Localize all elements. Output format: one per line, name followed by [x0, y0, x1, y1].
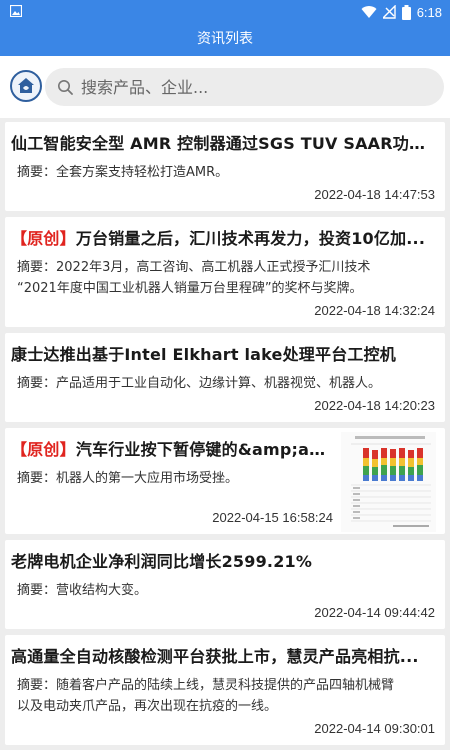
- battery-icon: [401, 4, 411, 20]
- search-icon: [58, 80, 73, 95]
- signal-icon: [382, 5, 396, 19]
- article-title-text: 汽车行业按下暂停键的&amp;amp...: [75, 440, 333, 459]
- article-time: 2022-04-14 09:44:42: [314, 605, 435, 620]
- article-card[interactable]: 高通量全自动核酸检测平台获批上市，慧灵产品亮相抗... 摘要：随着客户产品的陆续…: [5, 635, 445, 745]
- summary-line: 摘要：随着客户产品的陆续上线，慧灵科技提供的产品四轴机械臂: [17, 678, 395, 693]
- summary-line: 摘要：营收结构大变。: [17, 583, 148, 598]
- search-input[interactable]: [81, 77, 401, 97]
- summary-line: 以及电动夹爪产品，再次出现在抗疫的一线。: [17, 699, 278, 714]
- original-tag: 【原创】: [11, 229, 76, 248]
- clock: 6:18: [416, 4, 442, 20]
- article-time: 2022-04-15 16:58:24: [212, 510, 333, 525]
- article-title: 仙工智能安全型 AMR 控制器通过SGS TUV SAAR功能安...: [11, 134, 439, 153]
- app-bar: 资讯列表: [0, 24, 450, 56]
- summary-line: “2021年度中国工业机器人销量万台里程碑”的奖杯与奖牌。: [17, 281, 363, 296]
- article-title: 【原创】万台销量之后，汇川技术再发力，投资10亿加...: [11, 225, 439, 249]
- summary-line: 摘要：产品适用于工业自动化、边缘计算、机器视觉、机器人。: [17, 376, 382, 391]
- article-thumbnail: [341, 432, 436, 532]
- article-title-text: 万台销量之后，汇川技术再发力，投资10亿加...: [75, 229, 426, 248]
- home-icon: [18, 78, 34, 93]
- article-card[interactable]: 【原创】万台销量之后，汇川技术再发力，投资10亿加... 摘要：2022年3月，…: [5, 217, 445, 327]
- article-time: 2022-04-18 14:20:23: [314, 398, 435, 413]
- summary-line: 摘要：全套方案支持轻松打造AMR。: [17, 165, 229, 180]
- article-card[interactable]: 仙工智能安全型 AMR 控制器通过SGS TUV SAAR功能安... 摘要：全…: [5, 122, 445, 211]
- article-summary: 摘要：营收结构大变。: [17, 580, 147, 601]
- article-summary: 摘要：全套方案支持轻松打造AMR。: [17, 162, 228, 183]
- article-card[interactable]: 【原创】汽车行业按下暂停键的&amp;amp... 摘要：机器人的第一大应用市场…: [5, 428, 445, 534]
- article-time: 2022-04-18 14:32:24: [314, 303, 435, 318]
- original-tag: 【原创】: [11, 440, 76, 459]
- summary-line: 摘要：机器人的第一大应用市场受挫。: [17, 471, 239, 486]
- search-box[interactable]: [45, 68, 444, 106]
- wifi-icon: [361, 6, 377, 19]
- article-summary: 摘要：产品适用于工业自动化、边缘计算、机器视觉、机器人。: [17, 373, 381, 394]
- search-row: [0, 56, 450, 118]
- page-title: 资讯列表: [197, 31, 253, 47]
- status-bar: 6:18: [0, 0, 450, 24]
- article-time: 2022-04-18 14:47:53: [314, 187, 435, 202]
- article-title: 高通量全自动核酸检测平台获批上市，慧灵产品亮相抗...: [11, 647, 419, 666]
- article-summary: 摘要：2022年3月，高工咨询、高工机器人正式授予汇川技术 “2021年度中国工…: [17, 257, 370, 299]
- article-card[interactable]: 老牌电机企业净利润同比增长2599.21% 摘要：营收结构大变。 2022-04…: [5, 540, 445, 629]
- article-title: 【原创】汽车行业按下暂停键的&amp;amp...: [11, 436, 333, 460]
- article-summary: 摘要：随着客户产品的陆续上线，慧灵科技提供的产品四轴机械臂 以及电动夹爪产品，再…: [17, 675, 394, 717]
- home-button[interactable]: [10, 70, 42, 102]
- summary-line: 摘要：2022年3月，高工咨询、高工机器人正式授予汇川技术: [17, 260, 371, 275]
- article-title: 老牌电机企业净利润同比增长2599.21%: [11, 552, 313, 571]
- article-time: 2022-04-14 09:30:01: [314, 721, 435, 736]
- image-icon: [10, 5, 22, 17]
- article-title: 康士达推出基于Intel Elkhart lake处理平台工控机: [11, 345, 396, 364]
- article-summary: 摘要：机器人的第一大应用市场受挫。: [17, 468, 238, 489]
- article-card[interactable]: 康士达推出基于Intel Elkhart lake处理平台工控机 摘要：产品适用…: [5, 333, 445, 422]
